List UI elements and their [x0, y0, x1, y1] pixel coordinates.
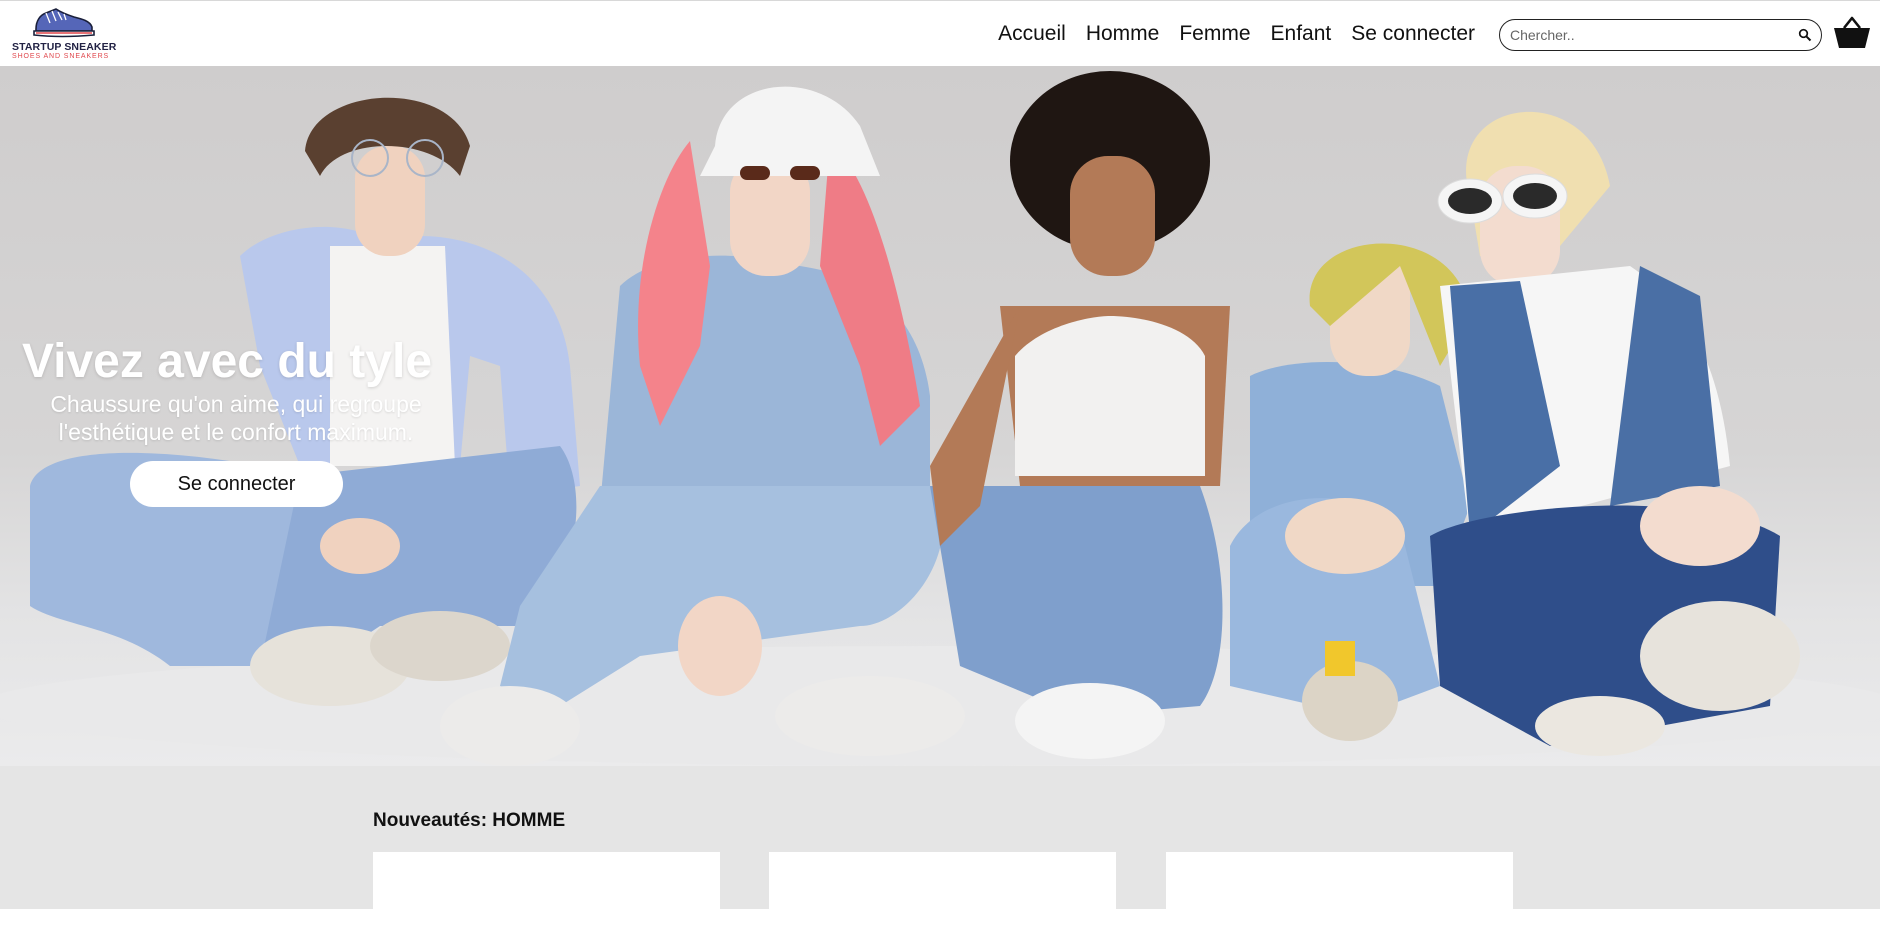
- search-box: [1499, 19, 1822, 51]
- nav-item-accueil[interactable]: Accueil: [998, 22, 1066, 46]
- nav-item-enfant[interactable]: Enfant: [1271, 22, 1332, 46]
- brand-tagline: SHOES AND SNEAKERS: [12, 53, 110, 60]
- section-title: Nouveautés: HOMME: [373, 810, 566, 831]
- hero-subtitle: Chaussure qu'on aime, qui regroupe l'est…: [50, 391, 422, 445]
- nav-item-femme[interactable]: Femme: [1179, 22, 1250, 46]
- brand-logo[interactable]: STARTUP SNEAKER SHOES AND SNEAKERS: [10, 5, 120, 61]
- sneaker-logo-icon: [33, 8, 95, 38]
- person-5: [1430, 111, 1800, 756]
- hero-login-button[interactable]: Se connecter: [130, 461, 343, 507]
- nav-item-se-connecter[interactable]: Se connecter: [1351, 22, 1475, 46]
- new-arrivals-section: Nouveautés: HOMME: [0, 766, 1880, 932]
- hero-title: Vivez avec du tyle: [22, 335, 433, 388]
- product-card[interactable]: [373, 852, 720, 932]
- product-card[interactable]: [769, 852, 1116, 932]
- search-icon[interactable]: [1798, 28, 1812, 42]
- search-input[interactable]: [1510, 25, 1790, 45]
- hero-banner: Vivez avec du tyle Chaussure qu'on aime,…: [0, 66, 1880, 766]
- main-nav: Accueil Homme Femme Enfant Se connecter: [998, 22, 1475, 46]
- product-card[interactable]: [1166, 852, 1513, 932]
- brand-name: STARTUP SNEAKER: [12, 41, 117, 53]
- basket-icon[interactable]: [1833, 15, 1871, 49]
- person-4: [1230, 243, 1470, 741]
- site-header: STARTUP SNEAKER SHOES AND SNEAKERS Accue…: [0, 0, 1880, 66]
- nav-item-homme[interactable]: Homme: [1086, 22, 1160, 46]
